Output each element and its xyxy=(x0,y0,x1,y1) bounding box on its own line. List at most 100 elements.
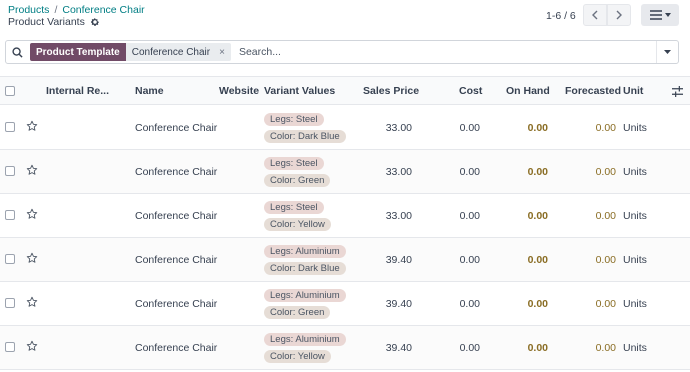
control-panel: Products / Conference Chair Product Vari… xyxy=(0,0,690,38)
row-checkbox[interactable] xyxy=(5,122,15,132)
cell-name: Conference Chair xyxy=(135,166,218,178)
table-row[interactable]: Conference Chair Legs: Aluminium Color: … xyxy=(0,238,690,282)
star-icon[interactable] xyxy=(26,340,38,352)
row-checkbox[interactable] xyxy=(5,210,15,220)
row-checkbox[interactable] xyxy=(5,254,15,264)
cell-on-hand: 0.00 xyxy=(527,254,548,266)
tag-legs: Legs: Aluminium xyxy=(264,333,346,346)
page-title: Product Variants xyxy=(8,16,100,28)
star-icon[interactable] xyxy=(26,252,38,264)
page-title-text: Product Variants xyxy=(8,16,85,28)
row-checkbox[interactable] xyxy=(5,342,15,352)
breadcrumb-products-link[interactable]: Products xyxy=(8,4,49,16)
cell-cost: 0.00 xyxy=(459,298,480,310)
cell-sales-price: 33.00 xyxy=(385,166,412,178)
cell-name: Conference Chair xyxy=(135,254,218,266)
gear-icon[interactable] xyxy=(90,17,100,27)
facet-remove-icon[interactable]: × xyxy=(219,47,225,58)
tag-color: Color: Yellow xyxy=(264,350,331,363)
pager-next-button[interactable] xyxy=(607,4,631,26)
column-unit[interactable]: Unit xyxy=(623,85,643,97)
facet-value-text: Conference Chair xyxy=(131,46,211,58)
cell-unit: Units xyxy=(623,298,647,310)
breadcrumb-separator: / xyxy=(54,4,58,16)
caret-down-icon xyxy=(664,50,671,54)
tag-legs: Legs: Aluminium xyxy=(264,245,346,258)
table-row[interactable]: Conference Chair Legs: Steel Color: Dark… xyxy=(0,106,690,150)
column-cost[interactable]: Cost xyxy=(459,85,482,97)
cell-on-hand: 0.00 xyxy=(527,122,548,134)
cell-sales-price: 33.00 xyxy=(385,210,412,222)
cell-on-hand: 0.00 xyxy=(527,342,548,354)
cell-unit: Units xyxy=(623,210,647,222)
table-row[interactable]: Conference Chair Legs: Aluminium Color: … xyxy=(0,326,690,370)
star-icon[interactable] xyxy=(26,296,38,308)
pager-value[interactable]: 1-6 / 6 xyxy=(546,10,576,22)
facet-label: Product Template xyxy=(30,43,126,61)
tag-legs: Legs: Steel xyxy=(264,201,324,214)
table-row[interactable]: Conference Chair Legs: Steel Color: Gree… xyxy=(0,150,690,194)
row-checkbox[interactable] xyxy=(5,298,15,308)
tag-color: Color: Dark Blue xyxy=(264,130,346,143)
cell-cost: 0.00 xyxy=(459,254,480,266)
table-row[interactable]: Conference Chair Legs: Aluminium Color: … xyxy=(0,282,690,326)
column-sales-price[interactable]: Sales Price xyxy=(363,85,419,97)
pager-previous-button[interactable] xyxy=(583,4,607,26)
column-on-hand[interactable]: On Hand xyxy=(506,85,550,97)
cell-name: Conference Chair xyxy=(135,342,218,354)
cell-unit: Units xyxy=(623,122,647,134)
cell-forecasted: 0.00 xyxy=(595,254,616,266)
cell-name: Conference Chair xyxy=(135,298,218,310)
column-variant-values[interactable]: Variant Values xyxy=(264,85,335,97)
column-forecasted[interactable]: Forecasted xyxy=(565,85,621,97)
tag-color: Color: Yellow xyxy=(264,218,331,231)
cell-forecasted: 0.00 xyxy=(595,166,616,178)
cell-unit: Units xyxy=(623,342,647,354)
breadcrumb-conference-chair-link[interactable]: Conference Chair xyxy=(62,4,144,16)
search-icon[interactable] xyxy=(6,41,28,63)
column-internal-reference[interactable]: Internal Re... xyxy=(46,85,109,97)
cell-on-hand: 0.00 xyxy=(527,298,548,310)
chevron-left-icon xyxy=(592,10,598,20)
chevron-right-icon xyxy=(616,10,622,20)
caret-down-icon xyxy=(664,13,671,17)
star-icon[interactable] xyxy=(26,164,38,176)
column-website[interactable]: Website xyxy=(219,85,259,97)
search-facet: Product Template Conference Chair × xyxy=(30,43,231,61)
tag-color: Color: Green xyxy=(264,174,331,187)
cell-cost: 0.00 xyxy=(459,122,480,134)
breadcrumb: Products / Conference Chair xyxy=(8,4,145,16)
search-options-toggle[interactable] xyxy=(656,41,678,63)
list-view-icon xyxy=(649,10,662,20)
star-icon[interactable] xyxy=(26,208,38,220)
table-row[interactable]: Conference Chair Legs: Steel Color: Yell… xyxy=(0,194,690,238)
tag-legs: Legs: Steel xyxy=(264,157,324,170)
tag-legs: Legs: Aluminium xyxy=(264,289,346,302)
column-name[interactable]: Name xyxy=(135,85,164,97)
cell-forecasted: 0.00 xyxy=(595,342,616,354)
cell-sales-price: 39.40 xyxy=(385,342,412,354)
cell-on-hand: 0.00 xyxy=(527,210,548,222)
select-all-checkbox[interactable] xyxy=(5,86,15,96)
tag-color: Color: Green xyxy=(264,306,331,319)
cell-sales-price: 39.40 xyxy=(385,254,412,266)
cell-sales-price: 33.00 xyxy=(385,122,412,134)
cell-unit: Units xyxy=(623,254,647,266)
cell-cost: 0.00 xyxy=(459,210,480,222)
table-header: Internal Re... Name Website Variant Valu… xyxy=(0,76,690,105)
search-input[interactable] xyxy=(238,46,656,58)
cell-forecasted: 0.00 xyxy=(595,122,616,134)
cell-sales-price: 39.40 xyxy=(385,298,412,310)
optional-columns-icon[interactable] xyxy=(672,86,683,97)
tag-color: Color: Dark Blue xyxy=(264,262,346,275)
tag-legs: Legs: Steel xyxy=(264,113,324,126)
cell-on-hand: 0.00 xyxy=(527,166,548,178)
star-icon[interactable] xyxy=(26,120,38,132)
row-checkbox[interactable] xyxy=(5,166,15,176)
cell-forecasted: 0.00 xyxy=(595,210,616,222)
facet-value: Conference Chair × xyxy=(125,43,231,61)
cell-cost: 0.00 xyxy=(459,166,480,178)
cell-name: Conference Chair xyxy=(135,122,218,134)
view-switcher-button[interactable] xyxy=(641,4,679,26)
cell-name: Conference Chair xyxy=(135,210,218,222)
